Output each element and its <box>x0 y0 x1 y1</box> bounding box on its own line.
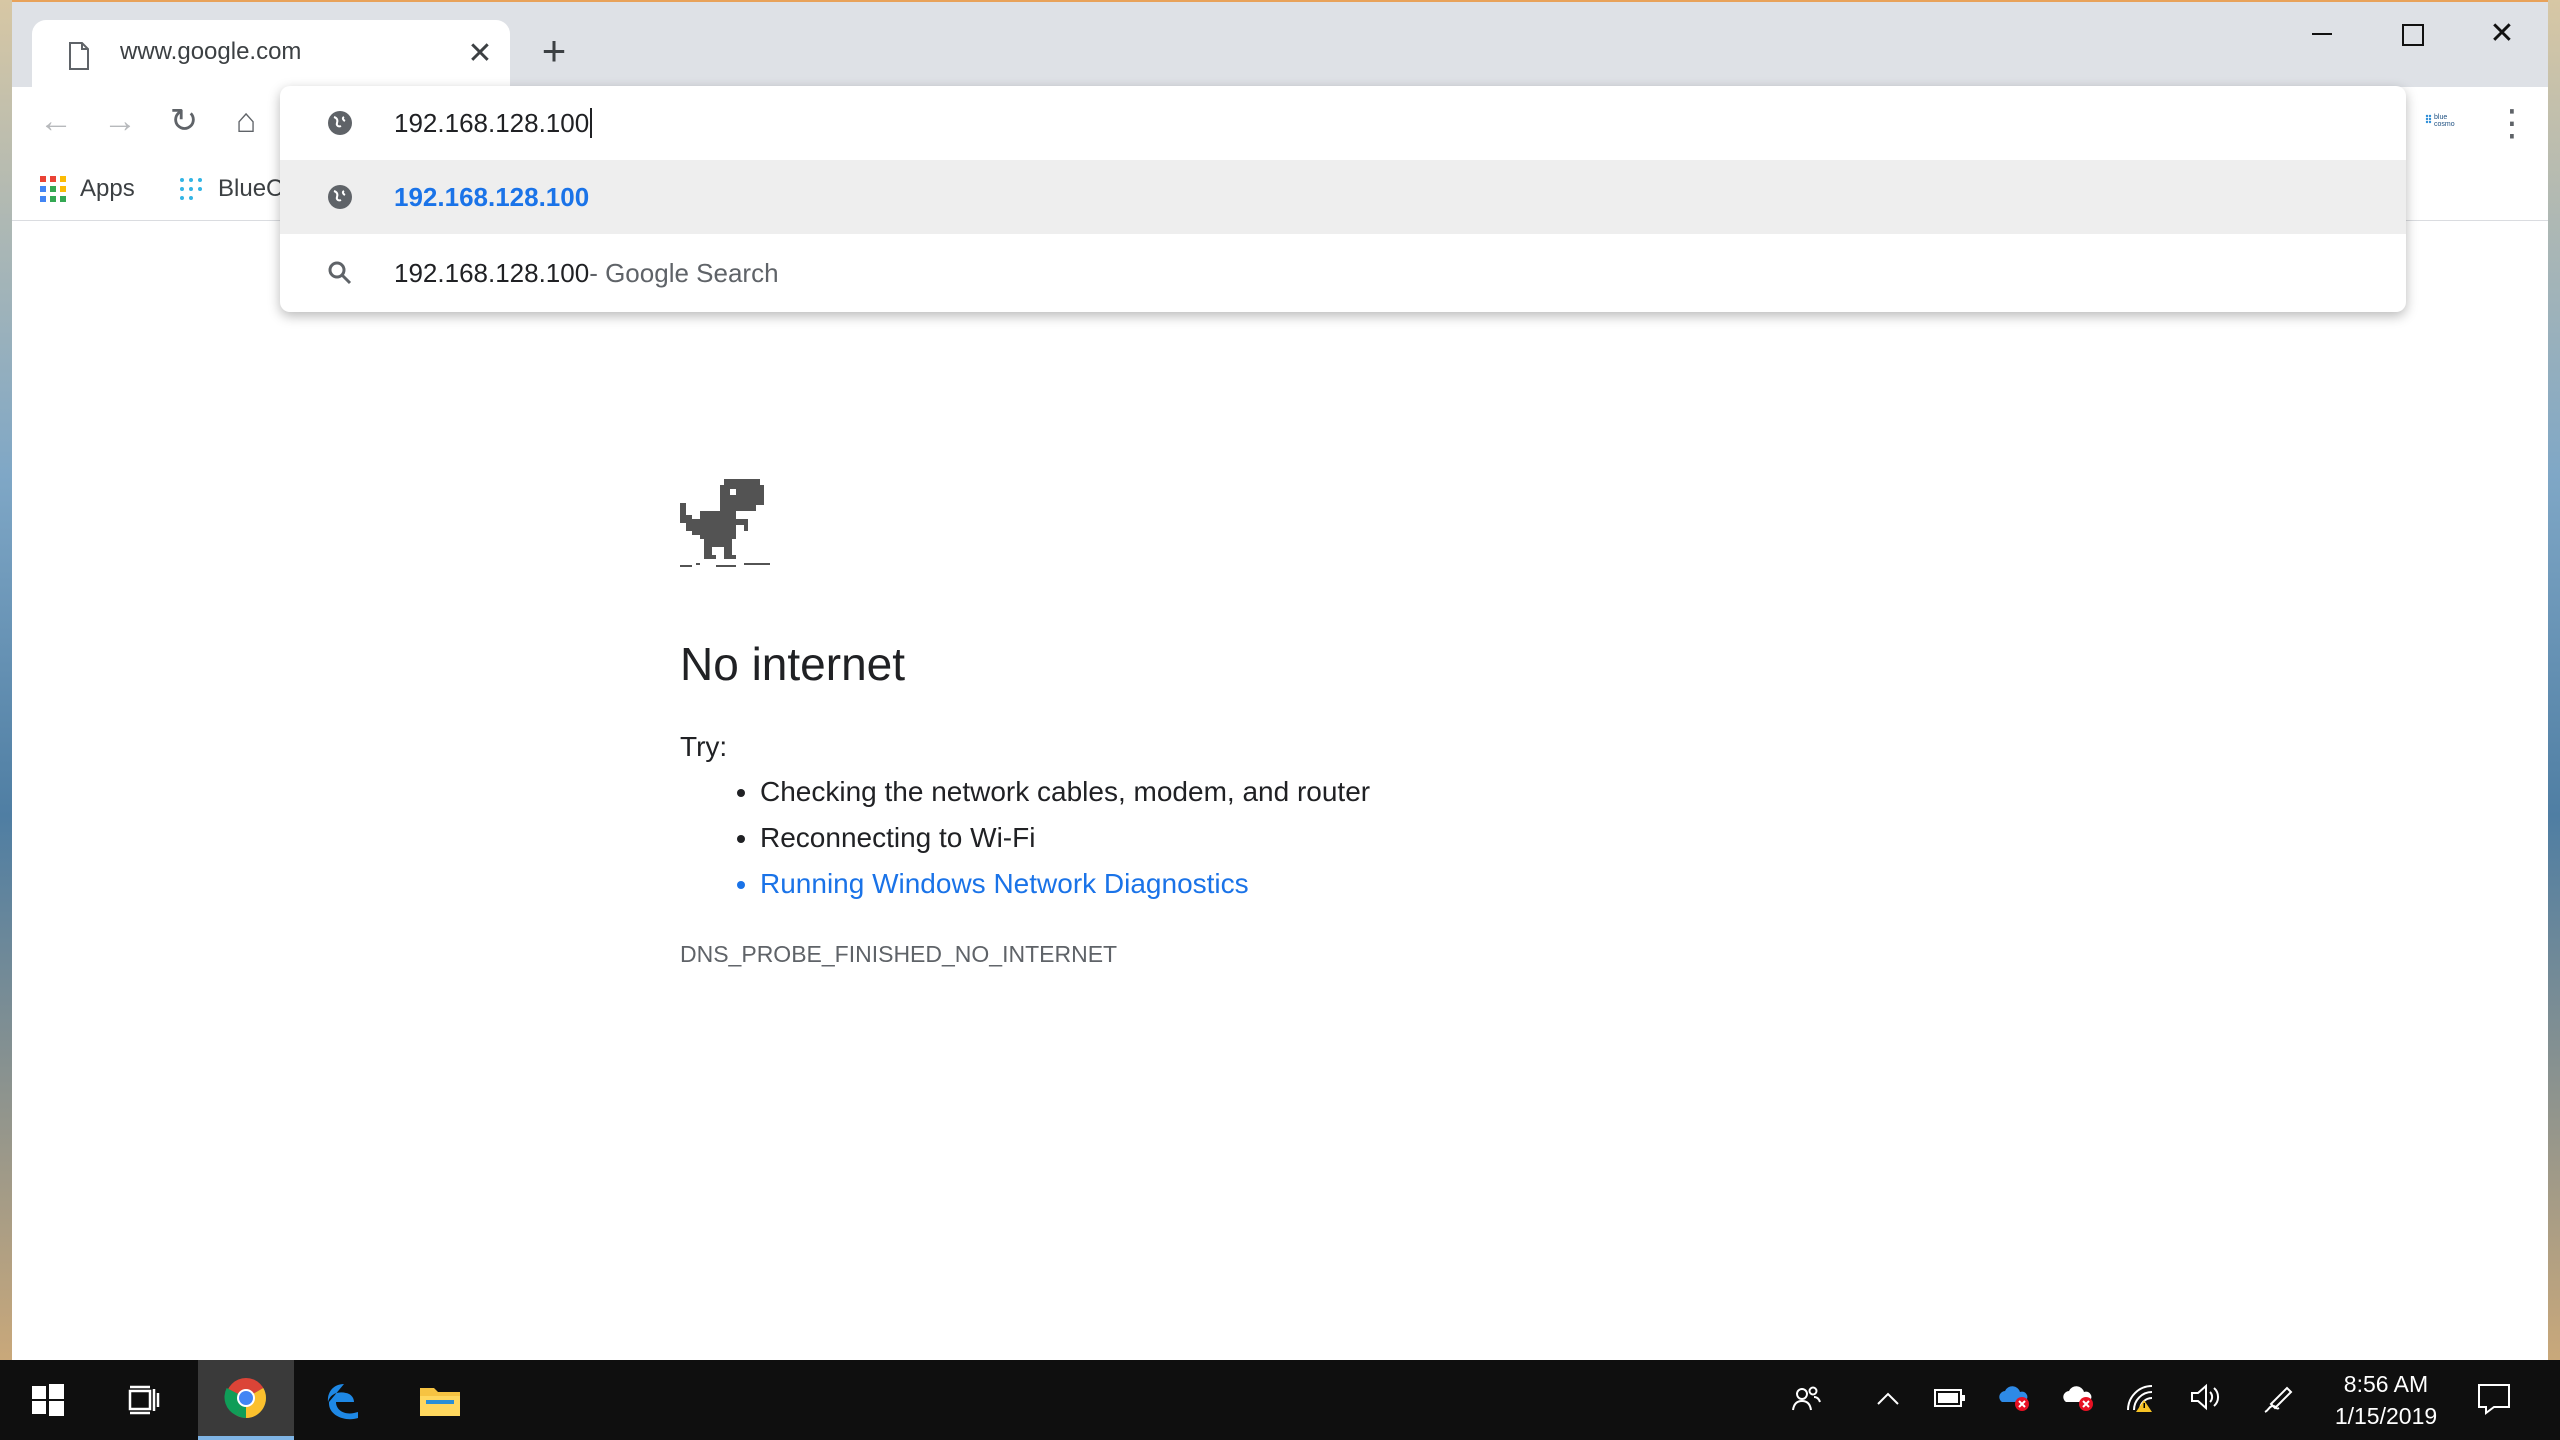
bluecosmo-icon <box>180 178 202 200</box>
tab-close-icon[interactable]: ✕ <box>466 39 494 69</box>
back-icon[interactable]: ← <box>36 101 76 141</box>
bluecosmo-logo-icon: blue cosmo <box>2425 114 2455 128</box>
suggestion-url[interactable]: 192.168.128.100 <box>280 160 2406 234</box>
suggestion-text: 192.168.128.100 <box>394 257 590 288</box>
pen-workspace-icon[interactable] <box>2260 1382 2296 1418</box>
error-code: DNS_PROBE_FINISHED_NO_INTERNET <box>680 941 1118 967</box>
bookmark-label: BlueC <box>218 175 284 202</box>
bookmark-apps[interactable]: Apps <box>40 171 135 207</box>
chevron-up-icon[interactable] <box>1870 1382 1906 1418</box>
notification-icon <box>2478 1384 2510 1415</box>
forward-icon[interactable]: → <box>100 101 140 141</box>
windows-logo-icon <box>32 1384 64 1416</box>
maximize-button[interactable] <box>2372 6 2452 62</box>
onedrive-personal-error-icon[interactable] <box>2060 1382 2096 1418</box>
battery-icon[interactable] <box>1932 1382 1968 1418</box>
volume-icon[interactable] <box>2188 1382 2224 1418</box>
reload-icon[interactable]: ↻ <box>164 101 204 141</box>
chrome-window: www.google.com ✕ + ✕ ← → ↻ ⌂ blue cosmo … <box>12 0 2548 1360</box>
task-view-button[interactable] <box>96 1360 192 1440</box>
taskbar-chrome[interactable] <box>198 1360 294 1440</box>
minimize-icon <box>2312 33 2332 35</box>
network-diagnostics-link[interactable]: Running Windows Network Diagnostics <box>760 861 1370 907</box>
suggestion-text: 192.168.128.100 <box>394 181 590 212</box>
page-icon <box>69 42 89 70</box>
globe-icon <box>324 181 356 213</box>
address-input[interactable]: 192.168.128.100 <box>394 108 589 139</box>
desktop-wallpaper-right <box>2548 0 2560 1360</box>
new-tab-button[interactable]: + <box>534 30 574 72</box>
list-item: Reconnecting to Wi-Fi <box>760 815 1370 861</box>
system-clock[interactable]: 8:56 AM 1/15/2019 <box>2316 1368 2456 1432</box>
edge-icon <box>327 1384 358 1420</box>
clock-time: 8:56 AM <box>2343 1371 2429 1397</box>
apps-grid-icon <box>40 176 66 202</box>
folder-icon <box>420 1388 460 1416</box>
onedrive-error-icon[interactable] <box>1996 1382 2032 1418</box>
globe-icon <box>324 107 356 139</box>
taskbar-edge[interactable] <box>296 1360 392 1440</box>
task-view-icon <box>128 1385 160 1415</box>
svg-text:blue: blue <box>2434 114 2447 121</box>
taskbar: 8:56 AM 1/15/2019 <box>0 1360 2560 1440</box>
address-bar[interactable]: 192.168.128.100 <box>280 86 2406 160</box>
desktop-wallpaper-left <box>0 0 12 1360</box>
wifi-no-internet-icon[interactable] <box>2124 1382 2160 1418</box>
bookmark-bluecosmo[interactable]: BlueC <box>178 171 283 207</box>
menu-icon[interactable]: ⋮ <box>2492 103 2532 143</box>
error-page: No internet Try: Checking the network ca… <box>12 221 2548 1362</box>
text-cursor <box>590 108 593 138</box>
suggestion-list: Checking the network cables, modem, and … <box>712 769 1370 907</box>
chrome-icon <box>224 1378 266 1418</box>
try-label: Try: <box>680 731 728 762</box>
tab-title: www.google.com <box>120 38 302 65</box>
home-icon[interactable]: ⌂ <box>226 101 266 141</box>
suggestion-search[interactable]: 192.168.128.100 - Google Search <box>280 236 2406 310</box>
dinosaur-icon <box>680 479 770 567</box>
svg-text:cosmo: cosmo <box>2434 121 2455 128</box>
suggestion-subtext: - Google Search <box>589 257 779 288</box>
tab-strip: www.google.com ✕ + ✕ <box>12 2 2548 87</box>
search-icon <box>324 257 356 289</box>
clock-date: 1/15/2019 <box>2334 1403 2438 1429</box>
tab-google[interactable]: www.google.com ✕ <box>32 20 510 87</box>
maximize-icon <box>2402 24 2424 46</box>
people-icon[interactable] <box>1788 1382 1824 1418</box>
minimize-button[interactable] <box>2282 6 2362 62</box>
taskbar-file-explorer[interactable] <box>392 1360 488 1440</box>
action-center-button[interactable] <box>2476 1382 2514 1416</box>
start-button[interactable] <box>0 1360 96 1440</box>
error-title: No internet <box>680 638 906 690</box>
close-window-button[interactable]: ✕ <box>2462 6 2542 62</box>
bookmark-label: Apps <box>80 175 135 202</box>
bluecosmo-extension-icon[interactable]: blue cosmo <box>2424 109 2464 135</box>
omnibox-dropdown: 192.168.128.100 192.168.128.100 192.168.… <box>280 86 2406 312</box>
list-item: Checking the network cables, modem, and … <box>760 769 1370 815</box>
